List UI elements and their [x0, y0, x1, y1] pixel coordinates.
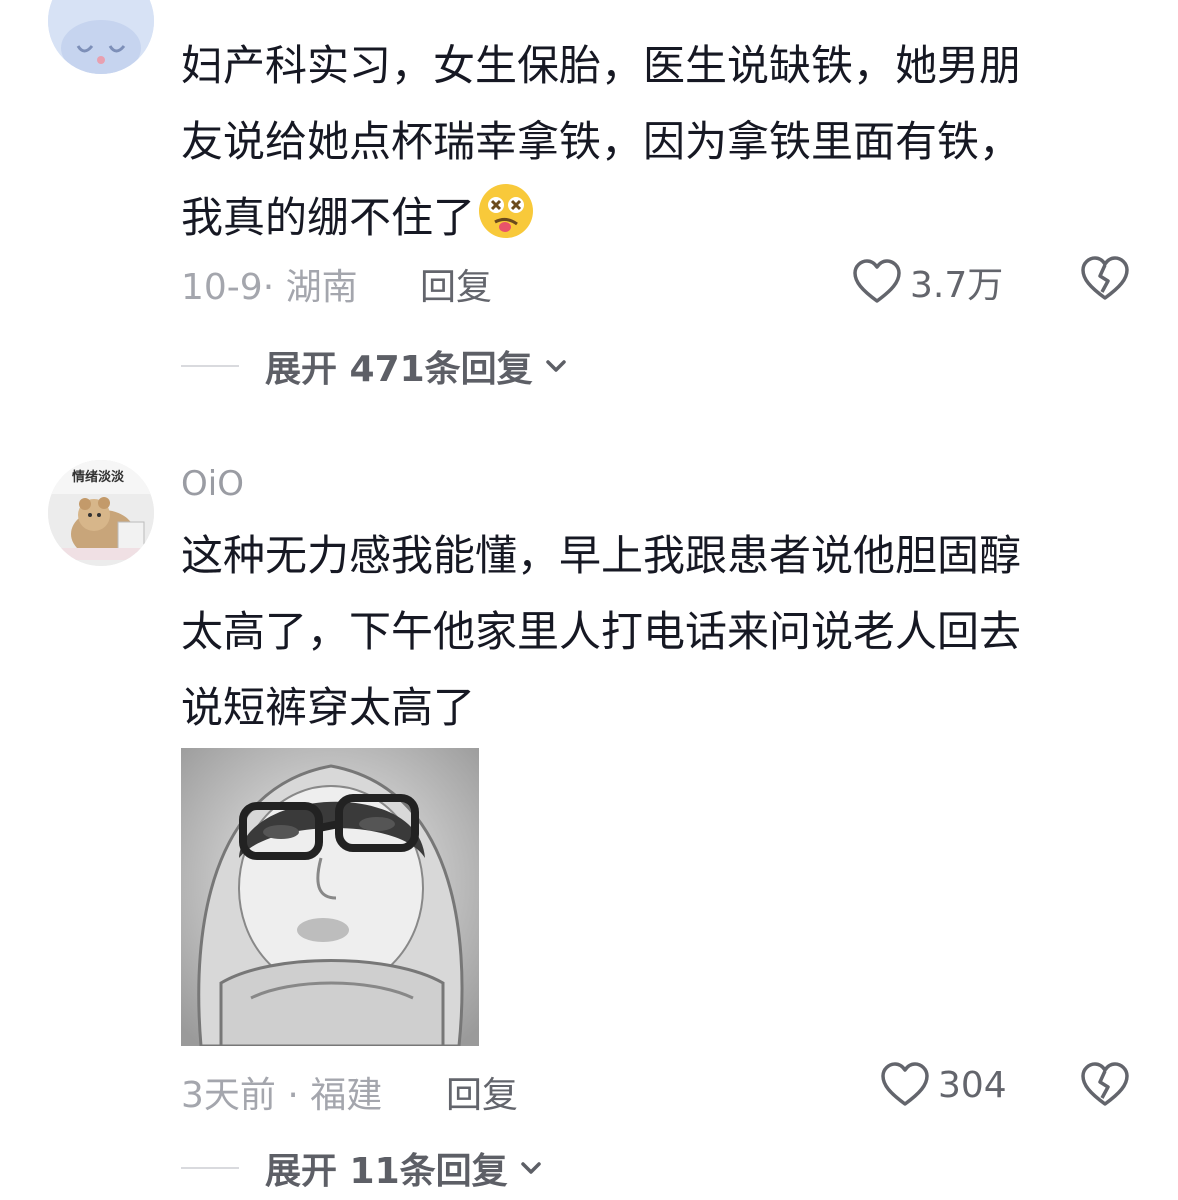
username[interactable]: OiO [181, 464, 244, 504]
comment-date-location: 10-9· 湖南 [181, 267, 358, 308]
like-button[interactable]: 304 [880, 1062, 1007, 1108]
comment-text-segment: 我真的绷不住了 [181, 193, 476, 242]
reply-button[interactable]: 回复 [420, 258, 492, 310]
expand-replies-label[interactable]: 展开 11条回复 [265, 1142, 508, 1194]
heart-outline-icon [853, 259, 901, 303]
avatar-image [48, 0, 154, 74]
reply-button[interactable]: 回复 [446, 1066, 518, 1118]
avatar[interactable] [48, 0, 154, 74]
comment-text-line: 友说给她点杯瑞幸拿铁，因为拿铁里面有铁， [181, 117, 1022, 166]
divider [181, 1167, 239, 1169]
chevron-down-icon [545, 360, 566, 372]
comment-date-location: 3天前 · 福建 [181, 1075, 383, 1116]
like-button[interactable]: 3.7万 [852, 256, 1003, 308]
dizzy-face-emoji [477, 182, 535, 264]
dislike-button[interactable] [1080, 256, 1130, 306]
meme-image [181, 748, 479, 1046]
comment-text: 这种无力感我能懂，早上我跟患者说他胆固醇 太高了，下午他家里人打电话来问说老人回… [181, 518, 1101, 746]
chevron-down-icon [520, 1162, 541, 1174]
expand-replies-label[interactable]: 展开 471条回复 [265, 340, 533, 392]
comment-text-line: 太高了，下午他家里人打电话来问说老人回去 [181, 607, 1022, 656]
comment-image[interactable] [181, 748, 479, 1046]
like-count: 3.7万 [910, 265, 1004, 306]
dislike-button[interactable] [1080, 1062, 1130, 1112]
like-count: 304 [938, 1064, 1007, 1106]
comment-text: 妇产科实习，女生保胎，医生说缺铁，她男朋 友说给她点杯瑞幸拿铁，因为拿铁里面有铁… [181, 28, 1101, 264]
comment-text-line: 说短裤穿太高了 [181, 683, 476, 732]
comment-text-line: 妇产科实习，女生保胎，医生说缺铁，她男朋 [181, 41, 1022, 90]
comment-1: 妇产科实习，女生保胎，医生说缺铁，她男朋 友说给她点杯瑞幸拿铁，因为拿铁里面有铁… [0, 0, 1178, 420]
broken-heart-icon [1081, 256, 1129, 300]
heart-outline-icon [881, 1062, 929, 1106]
comment-text-line: 这种无力感我能懂，早上我跟患者说他胆固醇 [181, 531, 1022, 580]
avatar-caption: 情绪淡淡 [72, 470, 125, 485]
comment-text-line: 我真的绷不住了 [181, 180, 1101, 264]
expand-replies[interactable]: 展开 471条回复 [181, 340, 567, 392]
avatar[interactable]: 情绪淡淡 [48, 460, 154, 566]
comment-2: 情绪淡淡 OiO 这种无力感我能懂，早上我跟患者说他胆固醇 太高了，下午他家里人… [0, 440, 1178, 1200]
expand-replies[interactable]: 展开 11条回复 [181, 1142, 542, 1194]
broken-heart-icon [1081, 1062, 1129, 1106]
divider [181, 365, 239, 367]
